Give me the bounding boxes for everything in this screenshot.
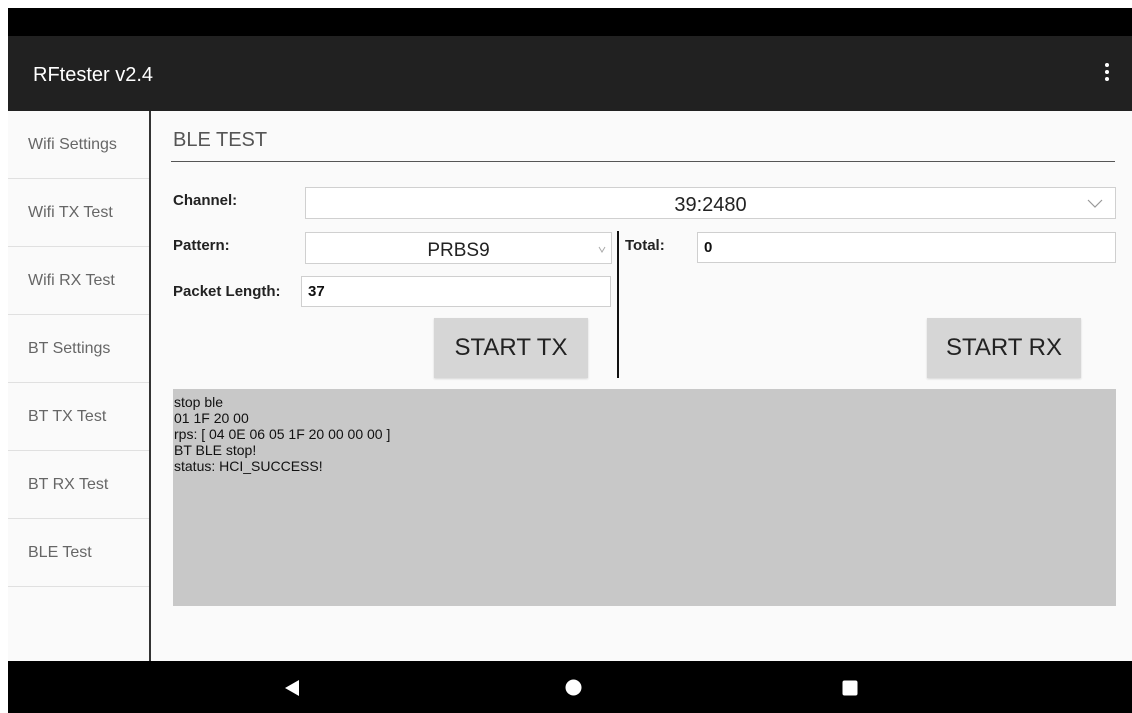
start-tx-button[interactable]: START TX xyxy=(434,318,588,378)
log-output: stop ble 01 1F 20 00 rps: [ 04 0E 06 05 … xyxy=(173,389,1116,606)
more-vert-icon[interactable] xyxy=(1104,63,1110,85)
sidebar-item-ble-test[interactable]: BLE Test xyxy=(8,519,149,587)
log-line: rps: [ 04 0E 06 05 1F 20 00 00 00 ] xyxy=(174,426,391,442)
navigation-bar xyxy=(8,661,1132,713)
sidebar-item-label: Wifi RX Test xyxy=(28,271,115,289)
channel-dropdown[interactable]: 39:2480 xyxy=(305,187,1116,219)
recents-square-icon[interactable] xyxy=(842,680,858,696)
sidebar-item-label: BT Settings xyxy=(28,339,111,357)
sidebar-item-wifi-rx-test[interactable]: Wifi RX Test xyxy=(8,247,149,315)
tx-rx-divider xyxy=(617,231,619,378)
sidebar-item-label: BLE Test xyxy=(28,543,92,561)
back-triangle-icon[interactable] xyxy=(284,679,300,697)
sidebar-item-label: BT RX Test xyxy=(28,475,109,493)
sidebar-item-bt-tx-test[interactable]: BT TX Test xyxy=(8,383,149,451)
chevron-down-icon xyxy=(1087,199,1103,208)
log-line: 01 1F 20 00 xyxy=(174,410,249,426)
page-title: BLE TEST xyxy=(173,129,268,151)
app-bar: RFtester v2.4 xyxy=(8,36,1132,111)
pattern-value: PRBS9 xyxy=(427,240,490,261)
total-field[interactable]: 0 xyxy=(697,232,1116,263)
main-content: Wifi Settings Wifi TX Test Wifi RX Test … xyxy=(8,111,1132,661)
pattern-label: Pattern: xyxy=(173,237,230,254)
start-rx-button[interactable]: START RX xyxy=(927,318,1081,378)
sidebar-item-bt-settings[interactable]: BT Settings xyxy=(8,315,149,383)
sidebar-item-label: BT TX Test xyxy=(28,407,107,425)
sidebar-item-label: Wifi TX Test xyxy=(28,203,113,221)
app-title: RFtester v2.4 xyxy=(33,64,154,86)
sidebar-item-bt-rx-test[interactable]: BT RX Test xyxy=(8,451,149,519)
chevron-down-icon xyxy=(598,246,606,253)
sidebar: Wifi Settings Wifi TX Test Wifi RX Test … xyxy=(8,111,151,661)
title-divider xyxy=(171,161,1115,162)
total-label: Total: xyxy=(625,237,665,254)
sidebar-item-label: Wifi Settings xyxy=(28,135,117,153)
home-circle-icon[interactable] xyxy=(565,679,582,696)
log-line: stop ble xyxy=(174,394,224,410)
channel-label: Channel: xyxy=(173,192,238,209)
status-bar xyxy=(8,8,1132,36)
log-line: status: HCI_SUCCESS! xyxy=(174,458,323,474)
sidebar-item-wifi-settings[interactable]: Wifi Settings xyxy=(8,111,149,179)
log-line: BT BLE stop! xyxy=(174,442,257,458)
packet-length-input[interactable]: 37 xyxy=(301,276,611,307)
channel-value: 39:2480 xyxy=(674,194,747,216)
packet-length-label: Packet Length: xyxy=(173,283,281,300)
sidebar-item-wifi-tx-test[interactable]: Wifi TX Test xyxy=(8,179,149,247)
pattern-dropdown[interactable]: PRBS9 xyxy=(305,232,612,264)
